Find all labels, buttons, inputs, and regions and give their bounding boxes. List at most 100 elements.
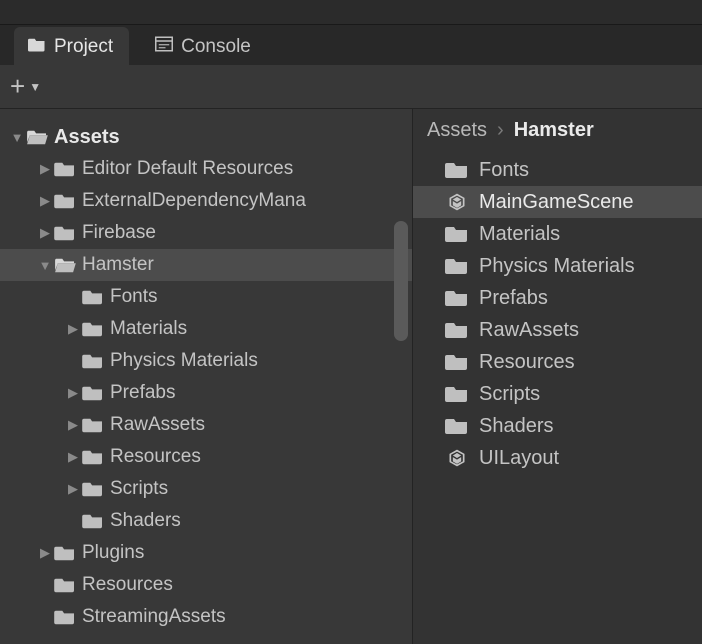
tree-item[interactable]: ▶ Editor Default Resources [0, 153, 412, 185]
tree-item[interactable]: ▶ Prefabs [0, 377, 412, 409]
console-icon [155, 35, 173, 59]
tab-project[interactable]: Project [14, 27, 129, 65]
content-scene-item[interactable]: UILayout [413, 442, 702, 474]
tab-console-label: Console [181, 36, 251, 58]
tree-item[interactable]: StreamingAssets [0, 601, 412, 633]
chevron-right-icon[interactable]: ▶ [36, 193, 54, 209]
folder-open-icon [26, 128, 48, 146]
folder-tree[interactable]: ▼Assets▶Editor Default Resources▶Externa… [0, 109, 412, 633]
content-item-label: UILayout [479, 447, 559, 470]
tree-item[interactable]: ▶Firebase [0, 217, 412, 249]
tree-item[interactable]: ▶ RawAssets [0, 409, 412, 441]
folder-icon [82, 480, 104, 498]
breadcrumb-current[interactable]: Hamster [514, 119, 594, 142]
content-scene-item[interactable]: MainGameScene [413, 186, 702, 218]
content-folder-item[interactable]: Scripts [413, 378, 702, 410]
add-button[interactable]: + ▼ [10, 71, 41, 102]
folder-icon [54, 256, 76, 274]
chevron-right-icon[interactable]: ▶ [64, 385, 82, 401]
content-item-label: Shaders [479, 415, 554, 438]
content-folder-item[interactable]: Physics Materials [413, 250, 702, 282]
chevron-right-icon: › [497, 119, 504, 142]
content-folder-item[interactable]: RawAssets [413, 314, 702, 346]
tree-item[interactable]: ▶ Plugins [0, 537, 412, 569]
tab-console[interactable]: Console [141, 27, 267, 65]
content-item-label: Materials [479, 223, 560, 246]
folder-icon [54, 192, 76, 210]
folder-icon [82, 288, 104, 306]
window-title-bar [0, 0, 702, 25]
tree-item-label: ExternalDependencyMana [82, 190, 306, 212]
tree-item-label: Fonts [110, 286, 158, 308]
content-list[interactable]: Fonts MainGameScene Materials Physics Mater… [413, 150, 702, 478]
folder-icon [28, 35, 46, 59]
folder-icon [82, 416, 104, 434]
tree-scrollbar[interactable] [394, 221, 408, 341]
content-item-label: Physics Materials [479, 255, 635, 278]
tree-item-label: Materials [110, 318, 187, 340]
tree-item[interactable]: ▶ Resources [0, 441, 412, 473]
tree-item[interactable]: ▶ ExternalDependencyMana [0, 185, 412, 217]
folder-icon [54, 608, 76, 626]
tree-item[interactable]: Physics Materials [0, 345, 412, 377]
tree-item-label: StreamingAssets [82, 606, 226, 628]
content-folder-item[interactable]: Resources [413, 346, 702, 378]
folder-icon [54, 224, 76, 242]
tree-item-label: RawAssets [110, 414, 205, 436]
unity-scene-icon [445, 448, 469, 468]
content-item-label: RawAssets [479, 319, 579, 342]
tree-item-label: Resources [82, 574, 173, 596]
tree-item-label: Editor Default Resources [82, 158, 293, 180]
folder-icon [445, 160, 469, 180]
folder-icon [54, 160, 76, 178]
folder-icon [54, 544, 76, 562]
chevron-right-icon[interactable]: ▶ [36, 225, 54, 241]
tree-item[interactable]: ▼Hamster [0, 249, 412, 281]
content-folder-item[interactable]: Prefabs [413, 282, 702, 314]
tree-item-label: Physics Materials [110, 350, 258, 372]
chevron-right-icon[interactable]: ▶ [64, 321, 82, 337]
tree-item-label: Shaders [110, 510, 181, 532]
tree-item-label: Prefabs [110, 382, 175, 404]
folder-icon [82, 448, 104, 466]
content-folder-item[interactable]: Materials [413, 218, 702, 250]
chevron-right-icon[interactable]: ▶ [36, 545, 54, 561]
tree-item[interactable]: Resources [0, 569, 412, 601]
folder-icon [445, 416, 469, 436]
tree-root[interactable]: ▼Assets [0, 121, 412, 153]
folder-icon [445, 288, 469, 308]
tree-item[interactable]: Fonts [0, 281, 412, 313]
folder-icon [445, 256, 469, 276]
tree-item[interactable]: ▶ Scripts [0, 473, 412, 505]
chevron-right-icon[interactable]: ▶ [64, 417, 82, 433]
breadcrumb-root[interactable]: Assets [427, 119, 487, 142]
content-item-label: Scripts [479, 383, 540, 406]
folder-icon [445, 384, 469, 404]
tree-item-label: Plugins [82, 542, 144, 564]
folder-icon [54, 576, 76, 594]
folder-icon [82, 512, 104, 530]
unity-scene-icon [445, 192, 469, 212]
content-folder-item[interactable]: Fonts [413, 154, 702, 186]
folder-icon [82, 384, 104, 402]
tree-item-label: Resources [110, 446, 201, 468]
content-folder-item[interactable]: Shaders [413, 410, 702, 442]
chevron-right-icon[interactable]: ▶ [36, 161, 54, 177]
folder-icon [82, 352, 104, 370]
content-pane: Assets › Hamster Fonts MainGameScene Mater… [412, 109, 702, 644]
tree-item-label: Scripts [110, 478, 168, 500]
panel-tabs: Project Console [0, 25, 702, 65]
project-toolbar: + ▼ [0, 65, 702, 109]
folder-icon [445, 352, 469, 372]
chevron-right-icon[interactable]: ▶ [64, 449, 82, 465]
breadcrumb[interactable]: Assets › Hamster [413, 109, 702, 150]
chevron-down-icon[interactable]: ▼ [36, 258, 54, 273]
chevron-right-icon[interactable]: ▶ [64, 481, 82, 497]
folder-tree-pane: ▼Assets▶Editor Default Resources▶Externa… [0, 109, 412, 644]
tree-item[interactable]: Shaders [0, 505, 412, 537]
tree-item[interactable]: ▶ Materials [0, 313, 412, 345]
plus-icon: + [10, 71, 25, 102]
tree-root-label: Assets [54, 126, 120, 149]
content-item-label: Resources [479, 351, 575, 374]
content-item-label: MainGameScene [479, 191, 634, 214]
